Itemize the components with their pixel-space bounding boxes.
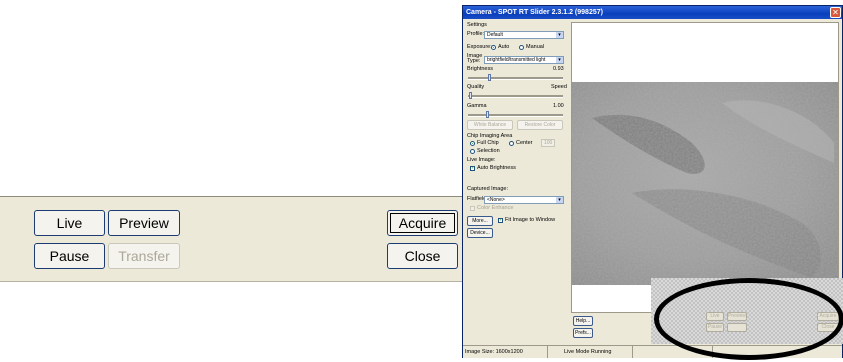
fit-image-checkbox[interactable]: ✓	[498, 218, 503, 223]
white-balance-button[interactable]: White Balance	[467, 120, 513, 130]
exposure-auto-radio[interactable]	[491, 45, 496, 50]
device-button[interactable]: Device...	[467, 228, 493, 238]
gamma-label: Gamma	[467, 103, 487, 109]
image-type-label: Image Type:	[467, 53, 483, 64]
zoomed-button-panel: Live Preview Acquire Pause Transfer Clos…	[0, 196, 464, 282]
gamma-value: 1.00	[553, 103, 564, 109]
center-radio[interactable]	[509, 141, 514, 146]
preview-button[interactable]: Preview	[108, 210, 180, 236]
quality-slider-thumb[interactable]	[469, 92, 472, 99]
image-pane	[571, 22, 839, 313]
close-icon[interactable]: ✕	[830, 7, 841, 18]
transfer-button[interactable]: Transfer	[108, 243, 180, 269]
selection-label: Selection	[477, 148, 500, 154]
auto-brightness-label: Auto Brightness	[477, 165, 516, 171]
chevron-down-icon: ▾	[556, 197, 563, 203]
acquire-button[interactable]: Acquire	[387, 210, 458, 236]
captured-image-label: Captured Image:	[467, 186, 508, 192]
color-enhance-label: Color Enhance	[477, 205, 514, 211]
help-button[interactable]: Help...	[573, 316, 593, 326]
fit-image-label: Fit Image to Window	[505, 217, 556, 223]
brightness-slider-track[interactable]	[468, 77, 563, 80]
full-chip-radio[interactable]	[470, 141, 475, 146]
center-label: Center	[516, 140, 533, 146]
image-type-select[interactable]: brightfield/transmitted light ▾	[484, 56, 564, 64]
center-value-field[interactable]: 100	[541, 139, 555, 147]
gamma-slider-thumb[interactable]	[486, 111, 489, 118]
live-image-label: Live Image:	[467, 157, 496, 163]
chevron-down-icon: ▾	[556, 32, 563, 38]
pause-button[interactable]: Pause	[34, 243, 105, 269]
status-image-size: Image Size: 1600x1200	[463, 346, 548, 358]
speed-label: Speed	[551, 84, 567, 90]
brightness-value: 0.93	[553, 66, 564, 72]
restore-color-button[interactable]: Restore Color	[517, 120, 563, 130]
color-enhance-checkbox[interactable]	[470, 206, 475, 211]
exposure-manual-radio[interactable]	[519, 45, 524, 50]
exposure-label: Exposure:	[467, 44, 492, 50]
profile-select[interactable]: Default ▾	[484, 31, 564, 39]
title-bar: Camera - SPOT RT Slider 2.3.1.2 (998257)…	[463, 6, 842, 19]
profile-value: Default	[487, 32, 503, 38]
selection-radio[interactable]	[470, 149, 475, 154]
quality-slider-track[interactable]	[468, 95, 563, 98]
gamma-slider-track[interactable]	[468, 114, 563, 117]
status-mode: Live Mode Running	[548, 346, 633, 358]
quality-label: Quality	[467, 84, 485, 90]
window-title: Camera - SPOT RT Slider 2.3.1.2 (998257)	[466, 9, 603, 16]
flatfield-select[interactable]: <None> ▾	[484, 196, 564, 204]
highlight-ellipse	[654, 278, 843, 360]
auto-brightness-checkbox[interactable]: ✓	[470, 166, 475, 171]
exposure-manual-label: Manual	[526, 44, 545, 50]
settings-label: Settings	[467, 22, 487, 28]
live-image-preview	[572, 82, 838, 285]
full-chip-label: Full Chip	[477, 140, 499, 146]
brightness-slider-thumb[interactable]	[488, 74, 491, 81]
close-button[interactable]: Close	[387, 243, 458, 269]
prefs-button[interactable]: Prefs...	[573, 328, 593, 338]
chevron-down-icon: ▾	[556, 57, 563, 63]
brightness-label: Brightness	[467, 66, 493, 72]
image-type-value: brightfield/transmitted light	[487, 57, 546, 63]
exposure-auto-label: Auto	[498, 44, 510, 50]
chip-area-label: Chip Imaging Area	[467, 133, 513, 139]
more-button[interactable]: More...	[467, 216, 493, 226]
profile-label: Profile:	[467, 31, 485, 37]
live-button[interactable]: Live	[34, 210, 105, 236]
flatfield-value: <None>	[487, 197, 505, 203]
